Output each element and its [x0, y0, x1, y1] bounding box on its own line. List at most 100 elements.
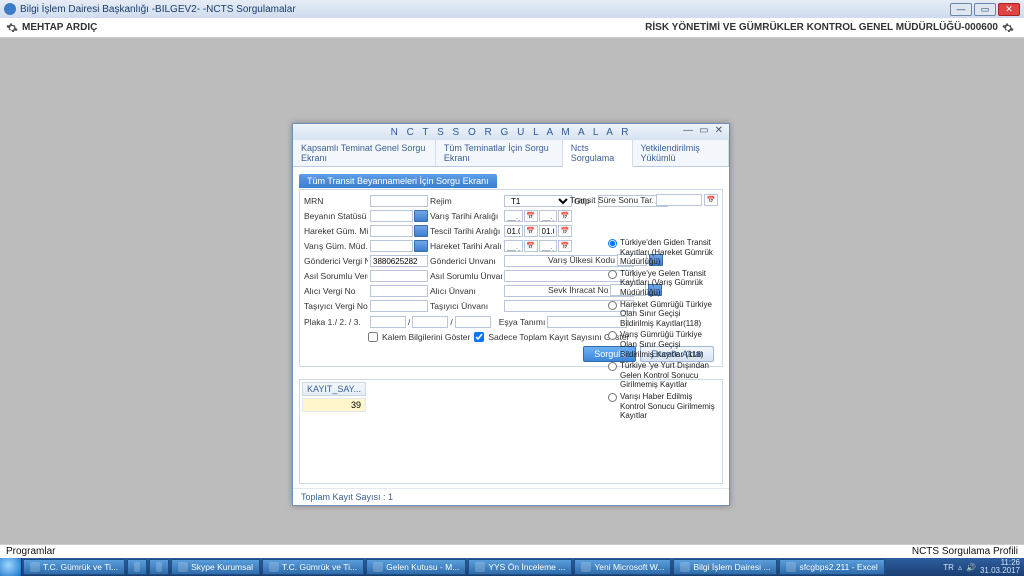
input-varis-to[interactable]	[539, 210, 558, 222]
calendar-icon[interactable]: 📅	[524, 225, 538, 237]
close-button[interactable]: ✕	[998, 3, 1020, 16]
lookup-button[interactable]	[414, 225, 428, 237]
subtab-tum-transit[interactable]: Tüm Transit Beyannameleri İçin Sorgu Ekr…	[299, 174, 497, 188]
ncts-modal: N C T S S O R G U L A M A L A R — ▭ ✕ Ka…	[292, 123, 730, 506]
radio-varis-118[interactable]	[608, 331, 617, 340]
radio-tr-giden[interactable]	[608, 239, 617, 248]
tray-clock[interactable]: 11:26 31.03.2017	[980, 559, 1020, 575]
tab-tum-teminatlar[interactable]: Tüm Teminatlar İçin Sorgu Ekranı	[436, 140, 563, 166]
filter-radio-group: Türkiye'den Giden Transit Kayıtları (Har…	[608, 238, 716, 423]
lookup-button[interactable]	[414, 240, 428, 252]
input-hareket-gum[interactable]	[370, 225, 413, 237]
modal-close-icon[interactable]: ✕	[715, 125, 726, 136]
input-tescil-from[interactable]	[504, 225, 523, 237]
username-label: MEHTAP ARDIÇ	[22, 22, 97, 33]
modal-footer: Toplam Kayıt Sayısı : 1	[293, 488, 729, 505]
input-transit-sure[interactable]	[656, 194, 702, 206]
tab-kapsamli-teminat[interactable]: Kapsamlı Teminat Genel Sorgu Ekranı	[293, 140, 436, 166]
modal-title-text: N C T S S O R G U L A M A L A R	[391, 127, 632, 138]
tray-network-icon[interactable]: ▵	[958, 563, 962, 572]
taskbar-item[interactable]: Gelen Kutusu - M...	[366, 559, 466, 575]
input-tescil-to[interactable]	[539, 225, 558, 237]
skype-icon	[178, 562, 188, 572]
label-plaka: Plaka 1./ 2. / 3.	[304, 317, 368, 327]
modal-minimize-icon[interactable]: —	[683, 125, 696, 136]
taskbar: T.C. Gümrük ve Ti... Skype Kurumsal T.C.…	[0, 558, 1024, 576]
tab-ncts-sorgulama[interactable]: Ncts Sorgulama	[563, 140, 633, 167]
input-asil-sorumlu-vergi[interactable]	[370, 270, 428, 282]
modal-titlebar: N C T S S O R G U L A M A L A R — ▭ ✕	[293, 124, 729, 140]
radio-hareket-118[interactable]	[608, 301, 617, 310]
label-tescil-tarih: Tescil Tarihi Aralığı	[430, 226, 502, 236]
input-mrn[interactable]	[370, 195, 428, 207]
taskbar-item[interactable]: Skype Kurumsal	[171, 559, 260, 575]
minimize-button[interactable]: —	[950, 3, 972, 16]
select-rejim[interactable]: T1	[504, 195, 572, 207]
ie-icon	[30, 562, 40, 572]
profile-label[interactable]: NCTS Sorgulama Profili	[912, 546, 1018, 557]
taskbar-item[interactable]: T.C. Gümrük ve Ti...	[23, 559, 125, 575]
input-plaka-1[interactable]	[370, 316, 406, 328]
taskbar-item[interactable]: sfcgbps2.211 - Excel	[779, 559, 884, 575]
label-gonderici-unvani: Gönderici Unvanı	[430, 256, 502, 266]
taskbar-item[interactable]	[127, 559, 147, 575]
label-hareket-tarih: Hareket Tarihi Aralığı	[430, 241, 502, 251]
radio-tr-gelen[interactable]	[608, 270, 617, 279]
calendar-icon[interactable]: 📅	[558, 225, 572, 237]
label-transit-sure: Transit Süre Sonu Tar.	[570, 195, 654, 205]
taskbar-item[interactable]: Bilgi İşlem Dairesi ...	[673, 559, 777, 575]
start-button[interactable]	[0, 558, 22, 576]
gear-icon	[1002, 22, 1014, 34]
calendar-icon[interactable]: 📅	[558, 210, 572, 222]
calendar-icon[interactable]: 📅	[524, 210, 538, 222]
explorer-icon	[134, 562, 140, 572]
ie-icon	[269, 562, 279, 572]
label-beyan-statusu: Beyanın Statüsü	[304, 211, 368, 221]
tray-sound-icon[interactable]: 🔊	[966, 563, 976, 572]
input-varis-gum[interactable]	[370, 240, 413, 252]
window-title: Bilgi İşlem Dairesi Başkanlığı -BILGEV2-…	[20, 4, 296, 15]
checkbox-sadece-toplam[interactable]	[474, 332, 484, 342]
taskbar-item[interactable]: Yeni Microsoft W...	[574, 559, 671, 575]
workspace: N C T S S O R G U L A M A L A R — ▭ ✕ Ka…	[0, 38, 1024, 546]
taskbar-item[interactable]	[149, 559, 169, 575]
calendar-icon[interactable]: 📅	[524, 240, 538, 252]
checkbox-kalem-bilgi[interactable]	[368, 332, 378, 342]
label-tasiyici-unvani: Taşıyıcı Ünvanı	[430, 301, 502, 311]
input-hareket-from[interactable]	[504, 240, 523, 252]
system-tray[interactable]: TR ▵ 🔊 11:26 31.03.2017	[943, 559, 1024, 575]
tray-lang-icon[interactable]: TR	[943, 563, 954, 572]
programlar-label[interactable]: Programlar	[6, 546, 55, 557]
label-asil-sorumlu-unvani: Asıl Sorumlu Ünvanı	[430, 271, 502, 281]
result-column-header[interactable]: KAYIT_SAY...	[302, 382, 366, 396]
org-label: RİSK YÖNETİMİ VE GÜMRÜKLER KONTROL GENEL…	[645, 22, 998, 33]
lookup-button[interactable]	[414, 210, 428, 222]
label-hareket-gum: Hareket Güm. Müd.	[304, 226, 368, 236]
gear-icon	[6, 22, 18, 34]
label-asil-sorumlu-vergi: Asıl Sorumlu Vergi No	[304, 271, 368, 281]
taskbar-item[interactable]: YYS Ön İnceleme ...	[468, 559, 572, 575]
excel-icon	[786, 562, 796, 572]
media-icon	[156, 562, 162, 572]
input-tasiyici-vergi[interactable]	[370, 300, 428, 312]
taskbar-item[interactable]: T.C. Gümrük ve Ti...	[262, 559, 364, 575]
label-esya-tanimi: Eşya Tanımı	[499, 317, 546, 327]
radio-varisi-haber[interactable]	[608, 393, 617, 402]
input-gonderici-vergi[interactable]	[370, 255, 428, 267]
total-count-label: Toplam Kayıt Sayısı : 1	[301, 492, 393, 502]
input-plaka-2[interactable]	[412, 316, 448, 328]
input-beyan-statusu[interactable]	[370, 210, 413, 222]
app-icon	[680, 562, 690, 572]
label-gonderici-vergi: Gönderici Vergi No	[304, 256, 368, 266]
input-varis-from[interactable]	[504, 210, 523, 222]
maximize-button[interactable]: ▭	[974, 3, 996, 16]
modal-maximize-icon[interactable]: ▭	[699, 125, 711, 136]
input-alici-vergi[interactable]	[370, 285, 428, 297]
radio-yurtdisi[interactable]	[608, 362, 617, 371]
tab-yetkilendirilmis[interactable]: Yetkilendirilmiş Yükümlü	[633, 140, 730, 166]
calendar-icon[interactable]: 📅	[704, 194, 718, 206]
input-hareket-to[interactable]	[539, 240, 558, 252]
input-plaka-3[interactable]	[455, 316, 491, 328]
calendar-icon[interactable]: 📅	[558, 240, 572, 252]
label-alici-vergi: Alıcı Vergi No	[304, 286, 368, 296]
